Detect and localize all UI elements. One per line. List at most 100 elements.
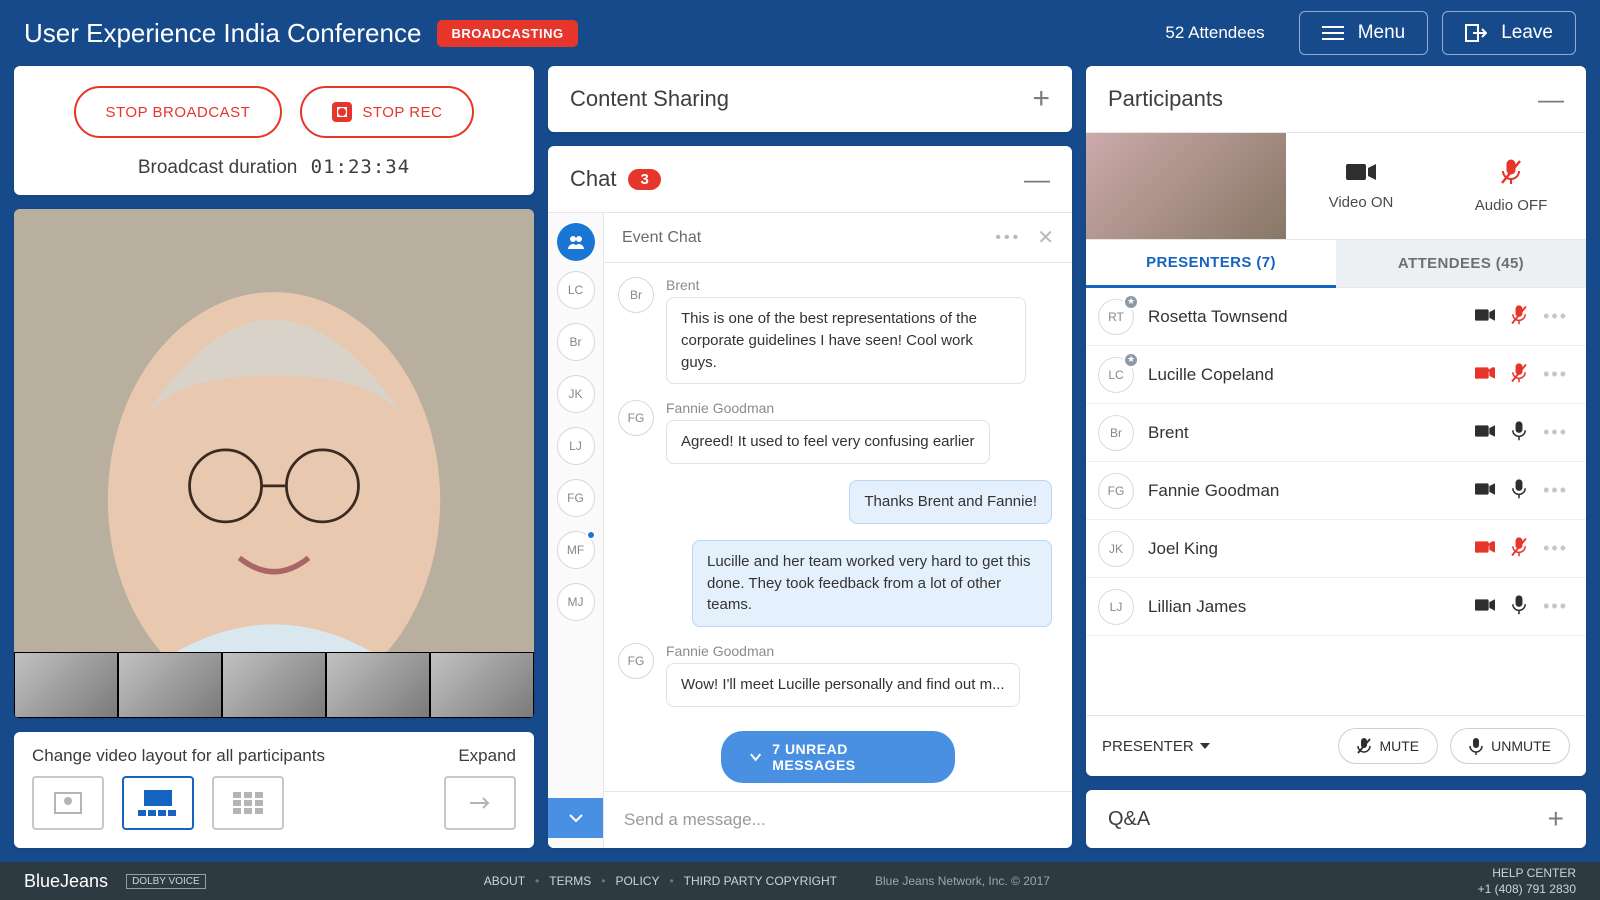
- layout-option-speaker[interactable]: [32, 776, 104, 830]
- main-speaker-video[interactable]: [14, 209, 534, 652]
- chat-room-avatar[interactable]: LC: [557, 271, 595, 309]
- chat-room-avatar[interactable]: JK: [557, 375, 595, 413]
- help-title: HELP CENTER: [1478, 865, 1576, 881]
- strip-thumb[interactable]: [326, 652, 430, 718]
- mic-on-icon: [1469, 737, 1483, 755]
- participant-cam-toggle[interactable]: [1475, 537, 1495, 561]
- participant-name: Lucille Copeland: [1148, 365, 1475, 385]
- participant-more[interactable]: •••: [1543, 422, 1568, 443]
- participant-more[interactable]: •••: [1543, 364, 1568, 385]
- participant-cam-toggle[interactable]: [1475, 421, 1495, 445]
- menu-label: Menu: [1358, 22, 1406, 44]
- strip-thumb[interactable]: [118, 652, 222, 718]
- chat-header[interactable]: Chat 3 —: [548, 146, 1072, 212]
- close-icon[interactable]: ✕: [1037, 225, 1054, 250]
- qa-panel[interactable]: Q&A +: [1086, 790, 1586, 848]
- message-sender: Fannie Goodman: [666, 643, 1020, 659]
- participant-row[interactable]: Br Brent •••: [1086, 404, 1586, 462]
- participant-row[interactable]: LJ Lillian James •••: [1086, 578, 1586, 636]
- mic-on-icon: [1509, 421, 1529, 441]
- chat-room-avatar[interactable]: MJ: [557, 583, 595, 621]
- role-selector[interactable]: PRESENTER: [1102, 738, 1210, 755]
- stop-broadcast-button[interactable]: STOP BROADCAST: [74, 86, 283, 138]
- participant-row[interactable]: LC★ Lucille Copeland •••: [1086, 346, 1586, 404]
- leave-button[interactable]: Leave: [1442, 11, 1576, 55]
- chat-message: Thanks Brent and Fannie!: [618, 480, 1052, 524]
- stop-rec-label: STOP REC: [362, 104, 442, 121]
- participant-row[interactable]: RT★ Rosetta Townsend •••: [1086, 288, 1586, 346]
- layout-option-grid[interactable]: [212, 776, 284, 830]
- self-video-toggle[interactable]: Video ON: [1286, 133, 1436, 239]
- dolby-badge: DOLBY VOICE: [126, 874, 206, 889]
- help-phone: +1 (408) 791 2830: [1478, 881, 1576, 897]
- plus-icon[interactable]: +: [1548, 803, 1564, 835]
- footer-link[interactable]: ABOUT: [484, 874, 525, 888]
- chat-room-expand[interactable]: [548, 798, 603, 838]
- film-layout-icon: [136, 788, 180, 818]
- chat-compose[interactable]: Send a message...: [604, 791, 1072, 848]
- chat-room-avatar[interactable]: FG: [557, 479, 595, 517]
- footer-link[interactable]: TERMS: [549, 874, 591, 888]
- participant-more[interactable]: •••: [1543, 538, 1568, 559]
- participant-name: Lillian James: [1148, 597, 1475, 617]
- participant-more[interactable]: •••: [1543, 480, 1568, 501]
- audio-state-label: Audio OFF: [1475, 197, 1548, 214]
- strip-thumb[interactable]: [14, 652, 118, 718]
- conference-title: User Experience India Conference: [24, 18, 421, 49]
- participant-mic-toggle[interactable]: [1509, 421, 1529, 445]
- stop-rec-button[interactable]: STOP REC: [300, 86, 474, 138]
- collapse-icon[interactable]: —: [1024, 164, 1050, 195]
- participant-avatar: LC★: [1098, 357, 1134, 393]
- tab-presenters[interactable]: PRESENTERS (7): [1086, 240, 1336, 288]
- event-chat-room[interactable]: [557, 223, 595, 261]
- participant-cam-toggle[interactable]: [1475, 363, 1495, 387]
- strip-thumb[interactable]: [222, 652, 326, 718]
- message-avatar: FG: [618, 400, 654, 436]
- chat-room-list: LC Br JK LJ FG MF MJ: [548, 213, 604, 848]
- topbar: User Experience India Conference BROADCA…: [0, 0, 1600, 66]
- participant-mic-toggle[interactable]: [1509, 537, 1529, 561]
- layout-option-film[interactable]: [122, 776, 194, 830]
- tab-attendees[interactable]: ATTENDEES (45): [1336, 240, 1586, 288]
- chat-room-avatar[interactable]: Br: [557, 323, 595, 361]
- more-icon[interactable]: •••: [995, 229, 1021, 247]
- leave-label: Leave: [1501, 22, 1553, 44]
- content-sharing-header[interactable]: Content Sharing +: [548, 66, 1072, 132]
- footer-link[interactable]: POLICY: [615, 874, 659, 888]
- participant-cam-toggle[interactable]: [1475, 595, 1495, 619]
- participant-row[interactable]: FG Fannie Goodman •••: [1086, 462, 1586, 520]
- participant-cam-toggle[interactable]: [1475, 305, 1495, 329]
- participant-mic-toggle[interactable]: [1509, 305, 1529, 329]
- chat-message: Lucille and her team worked very hard to…: [618, 540, 1052, 627]
- unread-messages-pill[interactable]: 7 UNREAD MESSAGES: [721, 731, 955, 783]
- footer-link[interactable]: THIRD PARTY COPYRIGHT: [684, 874, 837, 888]
- participant-avatar: Br: [1098, 415, 1134, 451]
- help-center[interactable]: HELP CENTER +1 (408) 791 2830: [1478, 865, 1576, 897]
- participant-cam-toggle[interactable]: [1475, 479, 1495, 503]
- participant-row[interactable]: JK Joel King •••: [1086, 520, 1586, 578]
- mute-all-button[interactable]: MUTE: [1338, 728, 1438, 764]
- participant-strip: [14, 652, 534, 718]
- plus-icon[interactable]: +: [1032, 82, 1050, 116]
- broadcast-duration: Broadcast duration 01:23:34: [34, 156, 514, 179]
- brand-logo: BlueJeans: [24, 871, 108, 892]
- participant-avatar: LJ: [1098, 589, 1134, 625]
- video-off-icon: [1475, 537, 1495, 557]
- participant-mic-toggle[interactable]: [1509, 479, 1529, 503]
- participant-name: Fannie Goodman: [1148, 481, 1475, 501]
- participant-mic-toggle[interactable]: [1509, 363, 1529, 387]
- participant-more[interactable]: •••: [1543, 306, 1568, 327]
- self-video-thumb[interactable]: [1086, 133, 1286, 239]
- menu-button[interactable]: Menu: [1299, 11, 1429, 55]
- chat-room-avatar[interactable]: MF: [557, 531, 595, 569]
- collapse-icon[interactable]: —: [1538, 84, 1564, 115]
- unmute-all-button[interactable]: UNMUTE: [1450, 728, 1570, 764]
- video-on-icon: [1475, 595, 1495, 615]
- self-audio-toggle[interactable]: Audio OFF: [1436, 133, 1586, 239]
- expand-button[interactable]: [444, 776, 516, 830]
- chat-room-avatar[interactable]: LJ: [557, 427, 595, 465]
- participant-more[interactable]: •••: [1543, 596, 1568, 617]
- strip-thumb[interactable]: [430, 652, 534, 718]
- grid-layout-icon: [231, 790, 265, 816]
- participant-mic-toggle[interactable]: [1509, 595, 1529, 619]
